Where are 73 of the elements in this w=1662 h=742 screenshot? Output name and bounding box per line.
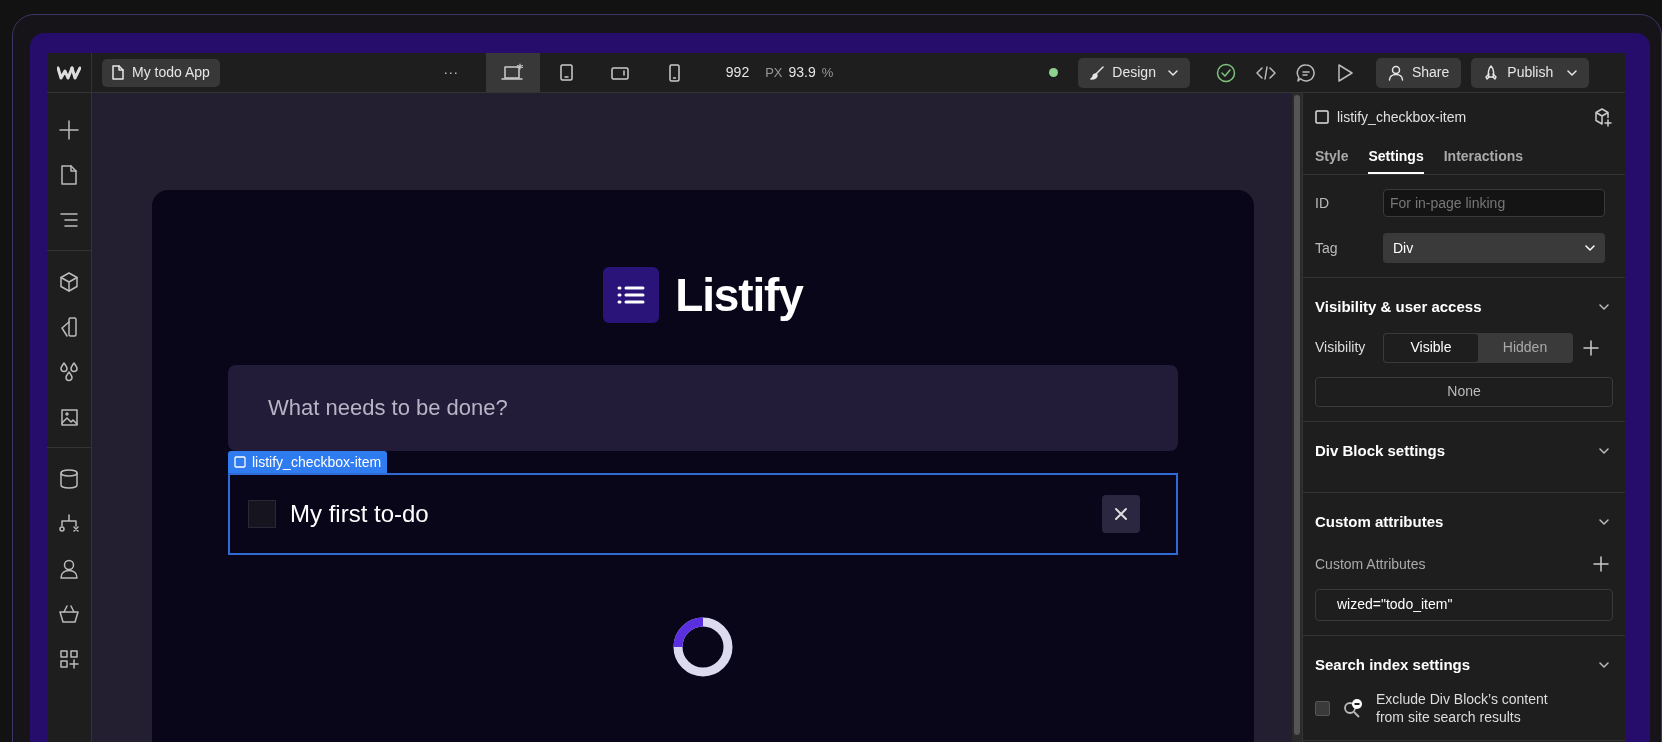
chevron-icon (1567, 69, 1578, 76)
page-icon (112, 65, 124, 80)
visibility-condition-button[interactable]: None (1315, 376, 1613, 407)
visibility-option[interactable]: Visible (1384, 333, 1478, 362)
page-button[interactable]: My todo App (102, 58, 220, 87)
page-icon[interactable] (58, 163, 80, 186)
chevron-icon (1599, 304, 1609, 311)
share-button[interactable]: Share (1375, 57, 1462, 88)
plus-icon[interactable] (58, 118, 80, 141)
close-icon (1114, 507, 1128, 521)
code-icon[interactable] (1255, 64, 1276, 81)
field-label: Custom Attributes (1315, 554, 1426, 574)
chevron-icon (1599, 519, 1609, 526)
field-label: Tag (1315, 238, 1339, 258)
checkbox[interactable] (1315, 700, 1330, 716)
section-title: Search index settings (1315, 654, 1471, 675)
basket-icon[interactable] (58, 602, 80, 625)
comment-icon[interactable] (1295, 62, 1316, 83)
design-mode-dropdown[interactable]: Design (1078, 57, 1190, 88)
plus-icon[interactable] (1593, 556, 1609, 572)
publish-button[interactable]: Publish (1471, 57, 1590, 88)
id-input-field[interactable]: For in-page linking (1383, 189, 1605, 217)
chevron-icon (1167, 69, 1178, 76)
section-title: Visibility & user access (1315, 297, 1482, 317)
exclude-label: Exclude Div Block’s content from site search results (1376, 690, 1549, 726)
database-icon[interactable] (58, 467, 80, 490)
element-name: listify_checkbox-item (1337, 107, 1468, 127)
loading-spinner-icon (673, 617, 733, 677)
section-title: Custom attributes (1315, 512, 1444, 532)
unit-label: % (821, 63, 834, 82)
panel-tab[interactable]: Settings (1368, 141, 1424, 174)
cube-icon[interactable] (58, 270, 80, 293)
tag-select[interactable]: Div (1383, 233, 1605, 263)
play-icon[interactable] (1335, 62, 1354, 83)
logo-icon[interactable] (57, 65, 81, 80)
check-circle-icon[interactable] (1215, 62, 1236, 83)
sitemap-icon[interactable] (58, 512, 80, 535)
list-icon (603, 267, 660, 323)
todo-text: My first to-do (290, 499, 430, 529)
brush-icon (1090, 65, 1105, 80)
device-button[interactable] (485, 53, 540, 92)
plus-icon[interactable] (1583, 339, 1599, 356)
panel-tab[interactable]: Interactions (1443, 141, 1524, 174)
unit-label: PX (765, 63, 783, 82)
visibility-option[interactable]: Hidden (1478, 333, 1572, 362)
more-button[interactable]: ··· (435, 61, 466, 84)
todo-input-field[interactable]: What needs to be done? (228, 365, 1178, 451)
section-title: Div Block settings (1315, 440, 1446, 461)
laptop-icon (501, 63, 525, 82)
element-icon (234, 456, 246, 468)
swatch-icon[interactable] (58, 315, 80, 338)
zoom-value: 93.9 (788, 63, 816, 82)
user-icon[interactable] (58, 557, 80, 580)
checkbox[interactable] (248, 500, 276, 528)
width-value: 992 (725, 63, 750, 82)
rocket-icon (1483, 64, 1500, 81)
field-label: Visibility (1315, 338, 1367, 357)
search-exclude-icon (1342, 697, 1364, 719)
attribute-field[interactable]: wized="todo_item" (1315, 588, 1613, 621)
delete-button[interactable] (1102, 495, 1140, 533)
chevron-icon (1585, 245, 1595, 251)
chevron-icon (1599, 447, 1609, 454)
user-icon (1387, 64, 1404, 81)
droplets-icon[interactable] (58, 360, 80, 383)
field-label: ID (1315, 193, 1330, 213)
scrollbar[interactable] (1294, 95, 1300, 735)
component-add-icon[interactable] (1593, 107, 1613, 127)
apps-icon[interactable] (58, 647, 80, 670)
selection-label: listify_checkbox-item (228, 451, 388, 473)
app-title: Listify (675, 267, 803, 323)
element-icon (1315, 110, 1329, 124)
panel-tab[interactable]: Style (1315, 141, 1349, 174)
chevron-icon (1599, 661, 1609, 668)
